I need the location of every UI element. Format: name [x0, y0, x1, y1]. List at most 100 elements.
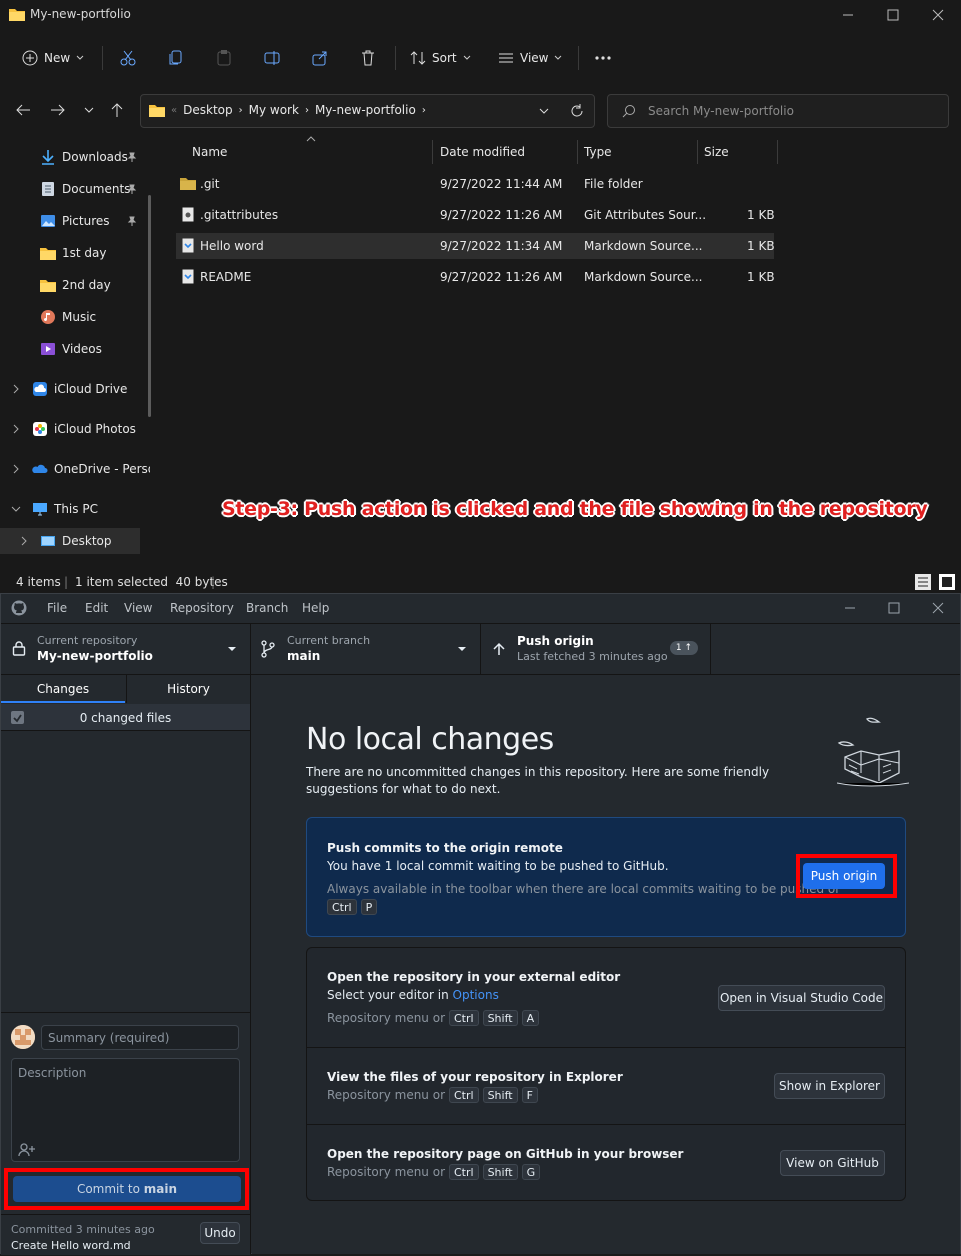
expand-chevron-icon[interactable]	[12, 464, 20, 474]
open-in-vscode-button[interactable]: Open in Visual Studio Code	[718, 985, 885, 1011]
menu-file[interactable]: File	[47, 601, 67, 615]
expand-chevron-icon[interactable]	[12, 384, 20, 394]
address-dropdown-icon[interactable]	[539, 107, 549, 115]
ellipsis-icon	[595, 56, 611, 60]
push-origin-toolbar-button[interactable]: Push origin Last fetched 3 minutes ago 1…	[481, 624, 711, 674]
push-shortcut: Ctrl P	[327, 899, 378, 915]
copy-button[interactable]	[167, 38, 185, 78]
picture-icon	[41, 215, 55, 227]
collapse-chevron-icon[interactable]	[11, 505, 21, 513]
up-arrow-icon[interactable]	[110, 102, 124, 118]
repository-toolbar: Current repository My-new-portfolio Curr…	[1, 623, 960, 675]
breadcrumb-my-work[interactable]: My work	[249, 103, 299, 117]
description-input[interactable]: Description	[11, 1058, 240, 1162]
paste-button[interactable]	[215, 38, 233, 78]
maximize-icon[interactable]	[885, 599, 903, 617]
new-button[interactable]: New	[22, 38, 84, 78]
expand-chevron-icon[interactable]	[20, 536, 28, 546]
arrow-up-icon	[493, 642, 505, 656]
expand-chevron-icon[interactable]	[12, 424, 20, 434]
breadcrumb-my-new-portfolio[interactable]: My-new-portfolio	[315, 103, 416, 117]
close-icon[interactable]	[929, 599, 947, 617]
push-origin-button[interactable]: Push origin	[803, 863, 885, 889]
nav-label: Music	[62, 310, 97, 324]
nav-item-this-pc[interactable]: This PC	[32, 496, 98, 522]
file-row[interactable]: .git 9/27/2022 11:44 AM File folder	[176, 171, 774, 197]
file-row[interactable]: .gitattributes 9/27/2022 11:26 AM Git At…	[176, 202, 775, 228]
tiles-view-icon[interactable]	[938, 573, 956, 591]
file-explorer-window: My-new-portfolio New Sort View « Desktop…	[0, 0, 961, 593]
kbd-key: Shift	[482, 1164, 518, 1180]
nav-label: Desktop	[62, 534, 112, 548]
folder-icon	[9, 7, 25, 21]
add-coauthor-icon[interactable]	[18, 1143, 36, 1157]
menu-view[interactable]: View	[124, 601, 152, 615]
show-in-explorer-button[interactable]: Show in Explorer	[774, 1073, 885, 1099]
tab-history[interactable]: History	[126, 675, 250, 703]
page-description: There are no uncommitted changes in this…	[306, 765, 770, 796]
view-button[interactable]: View	[498, 38, 562, 78]
menu-branch[interactable]: Branch	[246, 601, 288, 615]
nav-item-2nd-day[interactable]: 2nd day	[40, 272, 111, 298]
maximize-icon[interactable]	[884, 6, 902, 24]
menu-repository[interactable]: Repository	[170, 601, 234, 615]
cut-button[interactable]	[119, 38, 137, 78]
nav-item-downloads[interactable]: Downloads	[40, 144, 128, 170]
nav-item-pictures[interactable]: Pictures	[40, 208, 110, 234]
rename-button[interactable]	[263, 38, 281, 78]
nav-item-music[interactable]: Music	[40, 304, 96, 330]
column-header-date[interactable]: Date modified	[440, 138, 525, 166]
column-header-name[interactable]: Name	[192, 138, 227, 166]
more-options-button[interactable]	[594, 38, 612, 78]
current-repository-dropdown[interactable]: Current repository My-new-portfolio	[1, 624, 251, 674]
nav-label: 2nd day	[62, 278, 111, 292]
details-view-icon[interactable]	[914, 573, 932, 591]
file-row[interactable]: Hello word 9/27/2022 11:34 AM Markdown S…	[176, 233, 775, 259]
nav-item-videos[interactable]: Videos	[40, 336, 102, 362]
empty-box-illustration-icon	[837, 715, 909, 795]
commit-button[interactable]: Commit to main	[13, 1176, 241, 1202]
column-header-size[interactable]: Size	[704, 138, 729, 166]
view-on-github-button[interactable]: View on GitHub	[780, 1150, 885, 1176]
explorer-command-bar: New Sort View	[0, 38, 961, 78]
minimize-icon[interactable]	[841, 599, 859, 617]
column-header-type[interactable]: Type	[584, 138, 612, 166]
share-button[interactable]	[311, 38, 329, 78]
github-desktop-window: File Edit View Repository Branch Help Cu…	[0, 593, 961, 1255]
summary-input[interactable]: Summary (required)	[41, 1025, 239, 1050]
back-arrow-icon[interactable]	[15, 103, 31, 117]
icloud-photos-icon	[33, 422, 47, 436]
nav-label: Downloads	[62, 150, 128, 164]
refresh-icon[interactable]	[569, 103, 585, 119]
minimize-icon[interactable]	[839, 6, 857, 24]
address-bar[interactable]: « Desktop › My work › My-new-portfolio ›	[140, 94, 595, 128]
undo-button[interactable]: Undo	[200, 1222, 240, 1244]
delete-button[interactable]	[359, 38, 377, 78]
forward-arrow-icon[interactable]	[50, 103, 66, 117]
onedrive-icon	[32, 464, 48, 473]
options-link[interactable]: Options	[453, 988, 499, 1002]
close-icon[interactable]	[929, 6, 947, 24]
page-title: No local changes	[306, 722, 554, 757]
breadcrumb-desktop[interactable]: Desktop	[183, 103, 233, 117]
nav-item-icloud-photos[interactable]: iCloud Photos	[32, 416, 136, 442]
nav-scrollbar[interactable]	[148, 195, 151, 417]
nav-item-documents[interactable]: Documents	[40, 176, 130, 202]
current-branch-value: main	[287, 649, 321, 663]
nav-item-onedrive[interactable]: OneDrive - Perso	[32, 456, 150, 482]
menu-help[interactable]: Help	[302, 601, 329, 615]
tab-changes[interactable]: Changes	[1, 675, 125, 703]
search-box[interactable]: Search My-new-portfolio	[607, 94, 949, 128]
nav-item-icloud-drive[interactable]: iCloud Drive	[32, 376, 127, 402]
file-row[interactable]: README 9/27/2022 11:26 AM Markdown Sourc…	[176, 264, 775, 290]
nav-item-1st-day[interactable]: 1st day	[40, 240, 106, 266]
suggestions-card: Open the repository in your external edi…	[306, 947, 906, 1201]
nav-label: OneDrive - Perso	[54, 462, 150, 476]
recent-chevron-icon[interactable]	[84, 106, 94, 114]
kbd-key: Ctrl	[327, 899, 357, 915]
share-icon	[312, 51, 327, 66]
current-branch-dropdown[interactable]: Current branch main	[251, 624, 481, 674]
sort-button[interactable]: Sort	[410, 38, 471, 78]
editor-card-heading: Open the repository in your external edi…	[327, 970, 621, 984]
menu-edit[interactable]: Edit	[85, 601, 108, 615]
